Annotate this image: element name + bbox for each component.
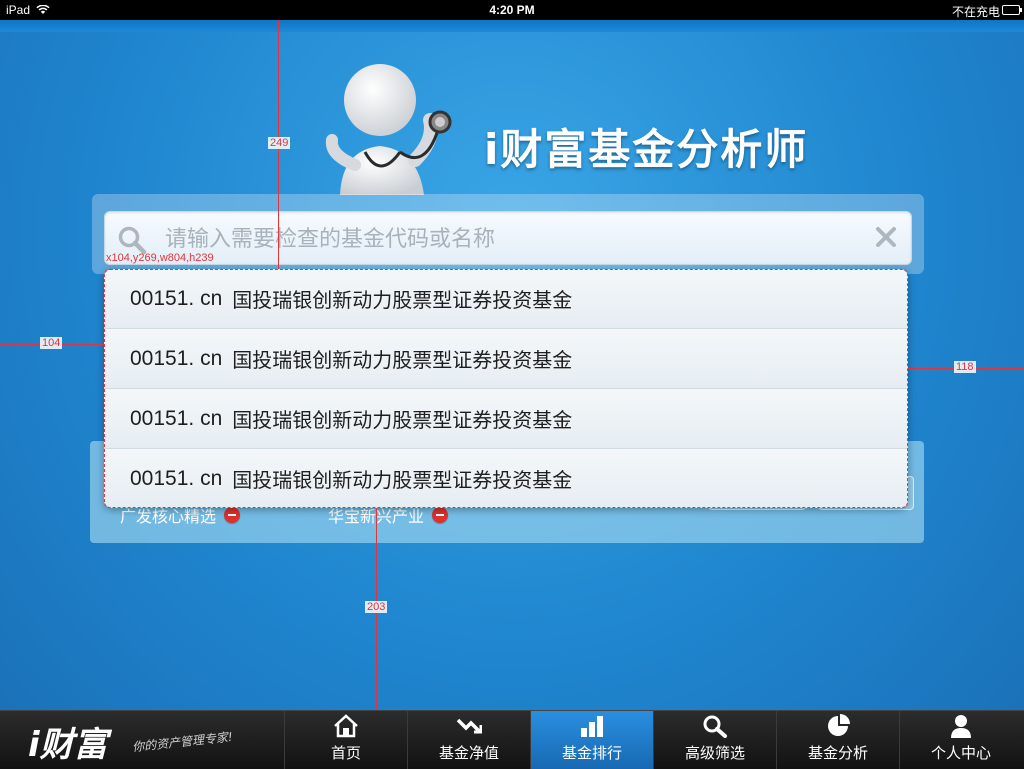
app-logo: i财富 (28, 725, 108, 765)
tab-label: 个人中心 (930, 744, 991, 762)
fund-code: 00151. cn (130, 346, 223, 370)
home-icon (334, 714, 358, 738)
result-row[interactable]: 00151. cn 国投瑞银创新动力股票型证券投资基金 (104, 329, 908, 389)
search-results-dropdown: 00151. cn 国投瑞银创新动力股票型证券投资基金 00151. cn 国投… (104, 269, 908, 508)
remove-icon[interactable] (432, 507, 449, 523)
result-row[interactable]: 00151. cn 国投瑞银创新动力股票型证券投资基金 (104, 449, 908, 508)
doctor-mascot-illustration (325, 64, 452, 195)
pie-chart-icon (828, 714, 850, 736)
search-box[interactable] (104, 211, 912, 266)
tab-fund-ranking[interactable]: 基金排行 (530, 711, 653, 769)
fund-name: 国投瑞银创新动力股票型证券投资基金 (232, 348, 573, 372)
fund-code: 00151. cn (130, 286, 223, 310)
bar-chart-icon (581, 716, 603, 737)
battery-icon (1002, 5, 1022, 15)
tab-home[interactable]: 首页 (284, 711, 407, 769)
right-gap-label: 118 (954, 361, 976, 373)
tab-personal-center[interactable]: 个人中心 (899, 711, 1022, 769)
bottom-gap-label: 203 (365, 601, 388, 613)
trend-icon (456, 718, 482, 734)
status-bar: iPad 4:20 PM 不在充电 (0, 0, 1024, 20)
fund-name: 国投瑞银创新动力股票型证券投资基金 (232, 468, 573, 492)
tab-label: 基金分析 (807, 744, 868, 762)
fund-name: 国投瑞银创新动力股票型证券投资基金 (232, 408, 573, 432)
header-band (0, 20, 1024, 32)
charging-status: 不在充电 (951, 5, 1000, 19)
clear-icon[interactable] (873, 224, 899, 250)
tab-fund-nav[interactable]: 基金净值 (407, 711, 530, 769)
tab-bar: i财富 你的资产管理专家! 首页 基金净值 基金排行 高级筛选 基金分析 个人中… (0, 710, 1024, 769)
tab-label: 首页 (330, 744, 361, 762)
result-row[interactable]: 00151. cn 国投瑞银创新动力股票型证券投资基金 (104, 389, 908, 449)
remove-icon[interactable] (224, 507, 241, 523)
search-icon (118, 226, 147, 255)
fund-name: 国投瑞银创新动力股票型证券投资基金 (232, 288, 573, 312)
app-slogan: 你的资产管理专家! (131, 729, 234, 755)
person-icon (951, 715, 971, 738)
dropdown-box-label: x104,y269,w804,h239 (106, 252, 214, 264)
status-time: 4:20 PM (489, 3, 535, 17)
tab-label: 基金净值 (438, 744, 499, 762)
search-input[interactable] (163, 212, 867, 266)
tab-fund-analysis[interactable]: 基金分析 (776, 711, 899, 769)
tab-advanced-filter[interactable]: 高级筛选 (653, 711, 776, 769)
fund-code: 00151. cn (130, 466, 223, 490)
tab-label: 高级筛选 (684, 744, 745, 762)
top-gap-label: 249 (268, 137, 291, 149)
result-row[interactable]: 00151. cn 国投瑞银创新动力股票型证券投资基金 (104, 269, 908, 329)
magnifier-icon (703, 715, 727, 738)
tab-label: 基金排行 (561, 744, 622, 762)
left-gap-label: 104 (40, 337, 63, 349)
fund-code: 00151. cn (130, 406, 223, 430)
app-title: i财富基金分析师 (484, 125, 809, 174)
